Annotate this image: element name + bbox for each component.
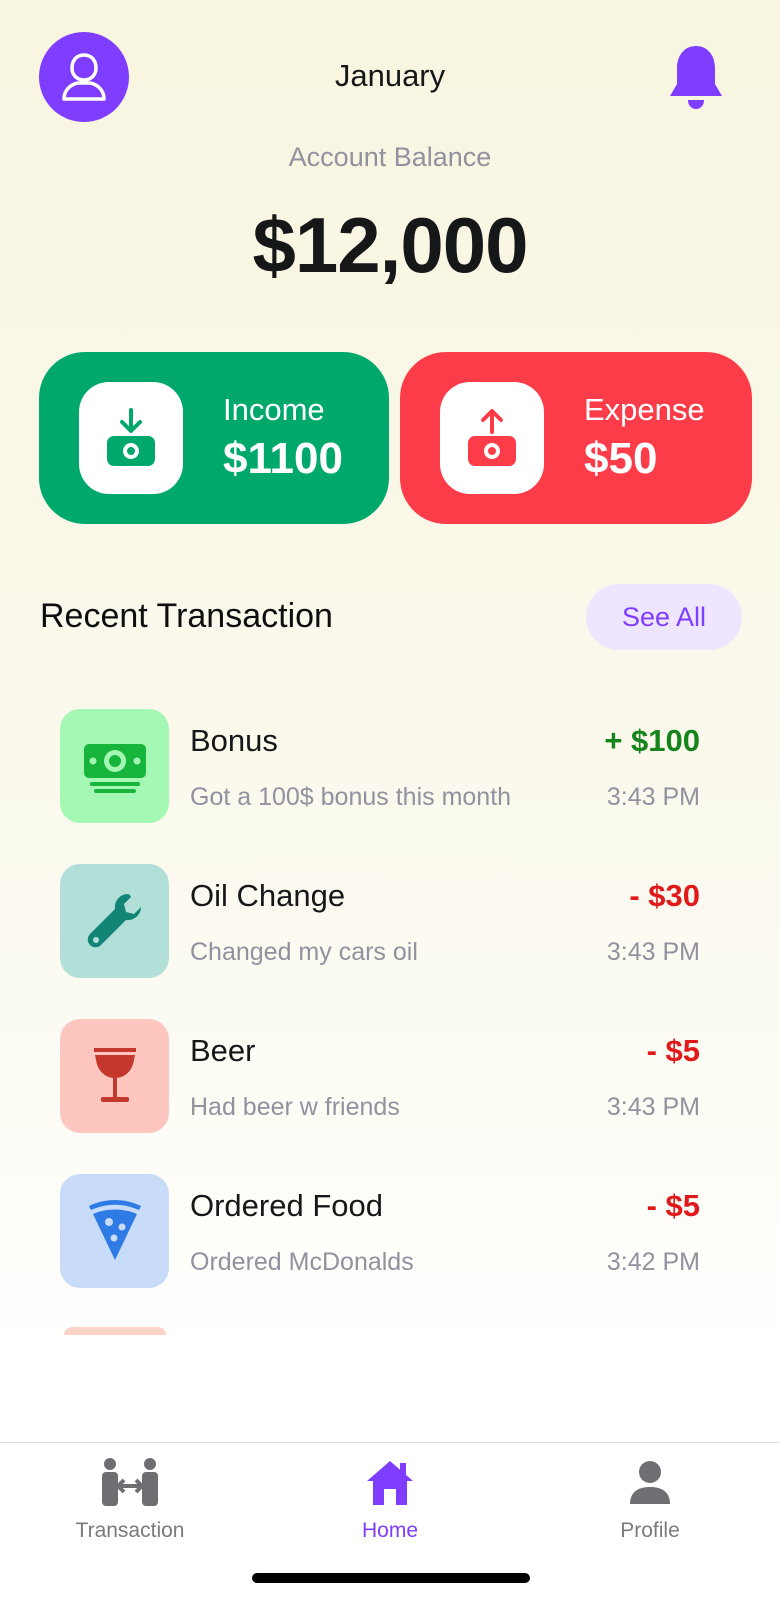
bell-icon[interactable] [668, 44, 724, 110]
cash-icon [60, 709, 169, 823]
month-selector[interactable]: January [0, 58, 780, 94]
transaction-time: 3:43 PM [606, 938, 700, 966]
tab-transaction[interactable]: Transaction [30, 1443, 230, 1563]
transaction-item-oil-change[interactable]: Oil Change Changed my cars oil - $30 3:4… [60, 864, 700, 978]
transaction-title: Oil Change [190, 878, 346, 913]
transaction-time: 3:42 PM [606, 1248, 700, 1276]
transaction-amount: - $5 [646, 1033, 700, 1068]
transaction-title: Beer [190, 1033, 256, 1068]
transaction-description: Ordered McDonalds [190, 1248, 414, 1276]
account-balance-value: $12,000 [252, 201, 529, 289]
transaction-item-ordered-food[interactable]: Ordered Food Ordered McDonalds - $5 3:42… [60, 1174, 700, 1288]
transaction-title: Bonus [190, 723, 278, 758]
pizza-icon [60, 1174, 169, 1288]
transaction-item-beer[interactable]: Beer Had beer w friends - $5 3:43 PM [60, 1019, 700, 1133]
income-value: $1100 [223, 434, 343, 483]
home-indicator[interactable] [252, 1573, 530, 1583]
tab-profile[interactable]: Profile [550, 1443, 750, 1563]
account-balance-label: Account Balance [288, 142, 492, 172]
wrench-icon [60, 864, 169, 978]
expense-card[interactable]: Expense $50 [400, 352, 752, 524]
transaction-description: Had beer w friends [190, 1093, 400, 1121]
transaction-description: Changed my cars oil [190, 938, 418, 966]
income-card[interactable]: Income $1100 [39, 352, 389, 524]
transaction-time: 3:43 PM [606, 783, 700, 811]
transaction-time: 3:43 PM [606, 1093, 700, 1121]
transaction-description: Got a 100$ bonus this month [190, 783, 512, 811]
expense-value: $50 [584, 434, 658, 483]
transaction-amount: - $30 [629, 878, 700, 913]
recent-transaction-title: Recent Transaction [40, 597, 333, 635]
income-label: Income [223, 392, 325, 427]
transaction-title: Ordered Food [190, 1188, 383, 1223]
person-icon [628, 1455, 672, 1511]
money-in-icon [79, 382, 183, 494]
tab-label: Transaction [75, 1519, 185, 1542]
tab-label: Home [361, 1519, 419, 1542]
list-item-partial [64, 1327, 166, 1335]
transaction-amount: - $5 [646, 1188, 700, 1223]
see-all-button[interactable]: See All [586, 584, 742, 650]
transaction-amount: + $100 [604, 723, 700, 758]
transaction-item-bonus[interactable]: Bonus Got a 100$ bonus this month + $100… [60, 709, 700, 823]
tab-label: Profile [620, 1519, 680, 1542]
money-out-icon [440, 382, 544, 494]
home-icon [365, 1455, 415, 1511]
wine-glass-icon [60, 1019, 169, 1133]
header: January [0, 0, 780, 150]
transfer-icon [100, 1455, 160, 1511]
expense-label: Expense [584, 392, 705, 427]
tab-home[interactable]: Home [290, 1443, 490, 1563]
